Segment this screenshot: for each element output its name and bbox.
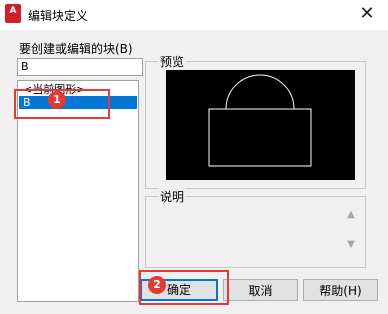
title-bar: A 编辑块定义 ✕ (0, 0, 388, 30)
preview-arc (225, 74, 295, 110)
preview-rect (208, 108, 312, 167)
description-label: 说明 (158, 188, 187, 205)
block-preview-canvas (166, 70, 355, 180)
annotation-badge-1: 1 (48, 91, 66, 109)
scroll-down-arrow-icon[interactable]: ▼ (344, 238, 358, 252)
preview-drawing (208, 74, 312, 167)
annotation-badge-2: 2 (148, 276, 166, 294)
preview-label: 预览 (158, 53, 187, 70)
block-name-label: 要创建或编辑的块(B) (19, 42, 133, 56)
cancel-button[interactable]: 取消 (223, 279, 298, 301)
block-name-input[interactable]: B (17, 58, 143, 76)
close-icon[interactable]: ✕ (352, 2, 382, 26)
dialog-title: 编辑块定义 (28, 9, 89, 23)
autocad-app-icon: A (5, 4, 21, 23)
scroll-up-arrow-icon[interactable]: ▲ (344, 208, 358, 222)
help-button[interactable]: 帮助(H) (303, 279, 378, 301)
description-textarea[interactable] (151, 204, 359, 260)
